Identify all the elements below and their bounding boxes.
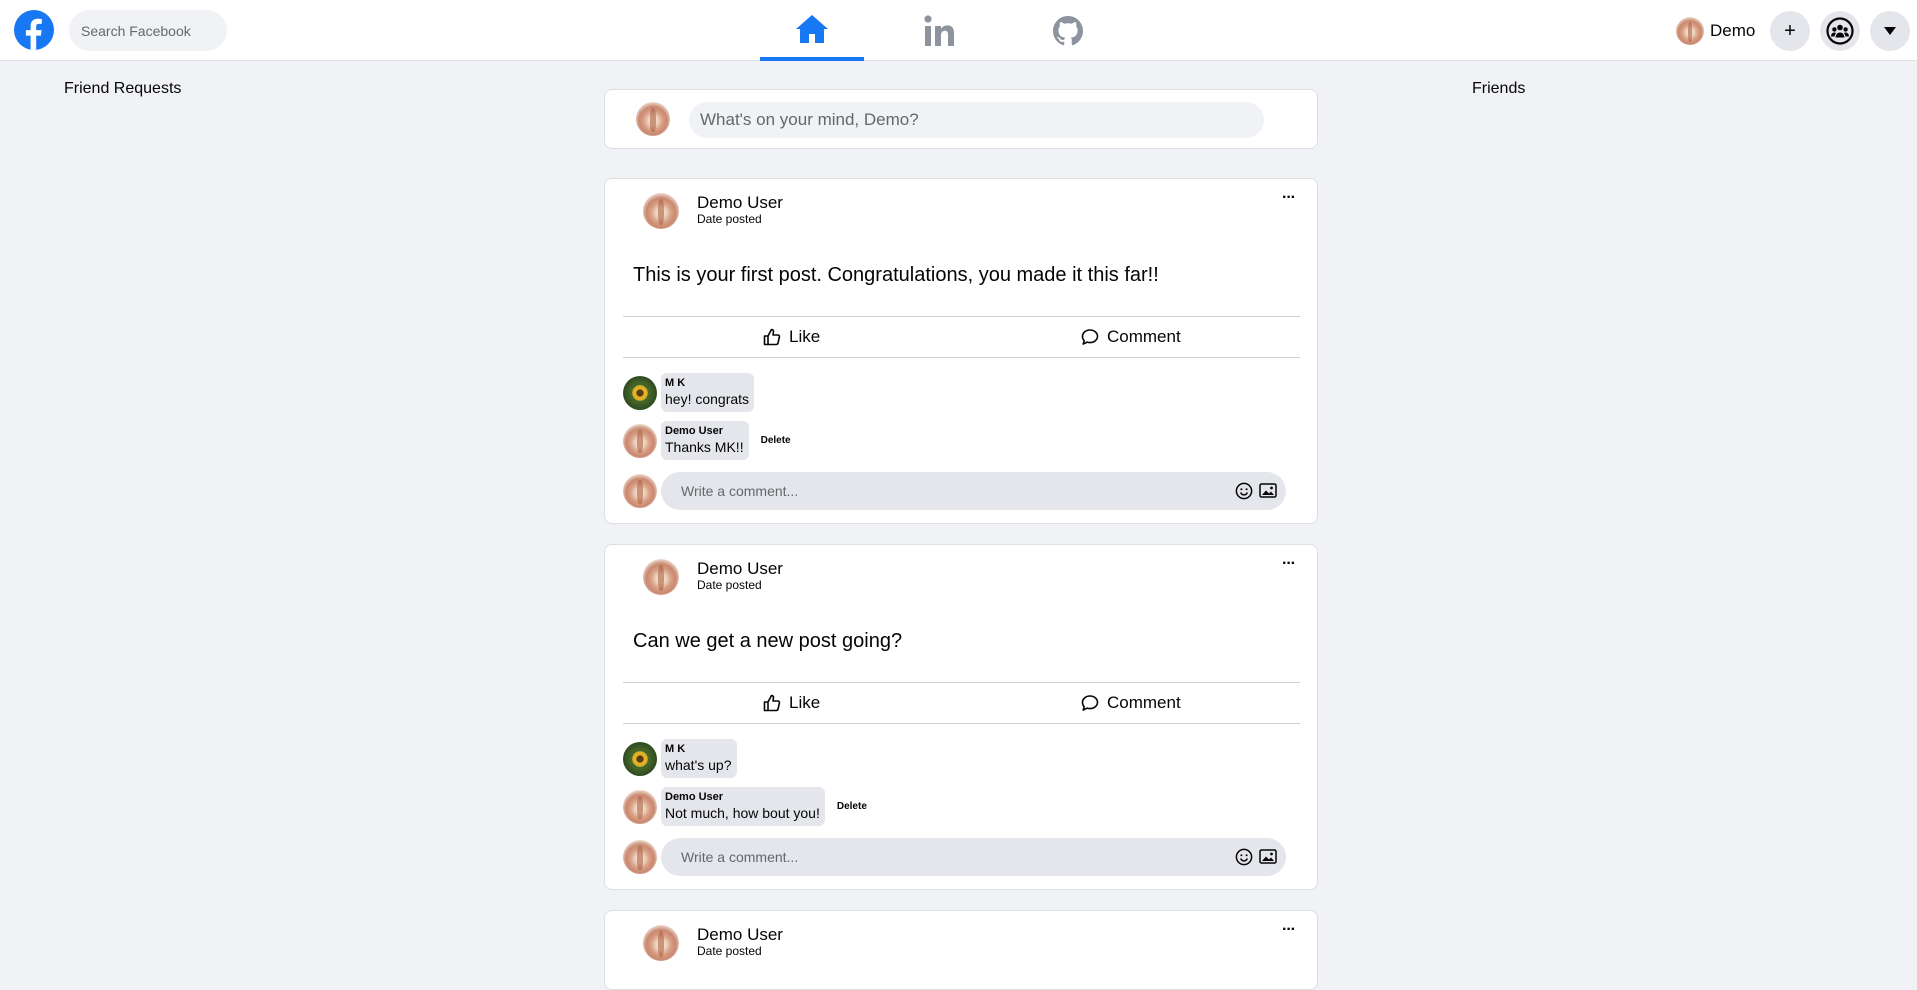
like-button[interactable]: Like — [763, 317, 820, 357]
comment-button[interactable]: Comment — [1081, 317, 1181, 357]
post-actions: Like Comment — [623, 316, 1300, 358]
comment: Demo User Not much, how bout you! Delete — [623, 787, 867, 826]
create-button[interactable]: + — [1770, 11, 1810, 51]
profile-chip[interactable]: Demo — [1676, 14, 1755, 48]
caret-down-icon — [1884, 27, 1896, 35]
post-card: Demo User Date posted ··· This is your f… — [604, 178, 1318, 524]
comment-text: what's up? — [665, 757, 732, 773]
post-date: Date posted — [697, 212, 762, 226]
comment-text: hey! congrats — [665, 391, 750, 407]
comment-author[interactable]: M K — [665, 742, 732, 756]
avatar — [623, 474, 657, 508]
emoji-icon[interactable] — [1235, 848, 1253, 866]
comment-input-wrapper — [661, 838, 1286, 876]
groups-button[interactable] — [1820, 11, 1860, 51]
photo-icon[interactable] — [1259, 483, 1277, 498]
avatar[interactable] — [623, 741, 657, 776]
comment-author[interactable]: M K — [665, 376, 749, 390]
comment-bubble: Demo User Not much, how bout you! — [661, 787, 825, 826]
top-navigation-bar: Demo + — [0, 0, 1917, 61]
delete-comment-button[interactable]: Delete — [761, 435, 791, 446]
friends-title: Friends — [1472, 80, 1526, 97]
groups-icon — [1826, 17, 1854, 45]
post-composer — [604, 89, 1318, 149]
like-label: Like — [789, 327, 821, 346]
tab-linkedin[interactable] — [888, 0, 992, 61]
avatar[interactable] — [623, 789, 657, 824]
emoji-icon[interactable] — [1235, 482, 1253, 500]
comment-bubble-icon — [1081, 329, 1099, 345]
comment-label: Comment — [1107, 693, 1181, 712]
avatar[interactable] — [643, 559, 679, 595]
comment-button[interactable]: Comment — [1081, 683, 1181, 723]
photo-icon[interactable] — [1259, 849, 1277, 864]
avatar[interactable] — [643, 925, 679, 961]
post-author[interactable]: Demo User — [697, 925, 783, 945]
avatar — [1676, 17, 1704, 45]
avatar — [623, 840, 657, 874]
friend-requests-title: Friend Requests — [64, 80, 182, 97]
post-body: Can we get a new post going? — [633, 630, 903, 652]
comment-author[interactable]: Demo User — [665, 424, 744, 438]
post-body: This is your first post. Congratulations… — [633, 264, 1159, 286]
post-date: Date posted — [697, 944, 762, 958]
plus-icon: + — [1784, 19, 1796, 42]
post-options-button[interactable]: ··· — [1282, 921, 1296, 939]
comment-composer — [623, 838, 1286, 876]
post-options-button[interactable]: ··· — [1282, 555, 1296, 573]
comment-label: Comment — [1107, 327, 1181, 346]
post-author[interactable]: Demo User — [697, 193, 783, 213]
comment: M K what's up? — [623, 739, 737, 778]
comment-bubble: Demo User Thanks MK!! — [661, 421, 749, 460]
post-card: Demo User Date posted ··· Can we get a n… — [604, 544, 1318, 890]
search-input[interactable] — [69, 10, 227, 51]
avatar[interactable] — [643, 193, 679, 229]
avatar[interactable] — [623, 423, 657, 458]
like-button[interactable]: Like — [763, 683, 820, 723]
comment-author[interactable]: Demo User — [665, 790, 820, 804]
comment-bubble: M K what's up? — [661, 739, 737, 778]
comment-bubble-icon — [1081, 695, 1099, 711]
delete-comment-button[interactable]: Delete — [837, 801, 867, 812]
tab-github[interactable] — [1016, 0, 1120, 61]
comment-bubble: M K hey! congrats — [661, 373, 755, 412]
post-date: Date posted — [697, 578, 762, 592]
profile-name: Demo — [1710, 21, 1756, 40]
post-author[interactable]: Demo User — [697, 559, 783, 579]
post-card: Demo User Date posted ··· — [604, 910, 1318, 990]
tab-home[interactable] — [760, 0, 864, 61]
status-input[interactable] — [689, 102, 1264, 138]
like-label: Like — [789, 693, 821, 712]
comment-text: Not much, how bout you! — [665, 805, 820, 821]
comment-input[interactable] — [661, 838, 1201, 876]
post-actions: Like Comment — [623, 682, 1300, 724]
facebook-logo-icon[interactable] — [14, 10, 54, 50]
comment: Demo User Thanks MK!! Delete — [623, 421, 791, 460]
avatar — [636, 102, 670, 136]
linkedin-icon — [924, 14, 954, 46]
github-icon — [1053, 15, 1083, 45]
home-icon — [796, 14, 828, 43]
comment-input[interactable] — [661, 472, 1201, 510]
thumbs-up-icon — [763, 328, 781, 346]
account-menu-button[interactable] — [1870, 11, 1910, 51]
comment-input-wrapper — [661, 472, 1286, 510]
post-options-button[interactable]: ··· — [1282, 189, 1296, 207]
comment-composer — [623, 472, 1286, 510]
comment-text: Thanks MK!! — [665, 439, 744, 455]
comment: M K hey! congrats — [623, 373, 755, 412]
thumbs-up-icon — [763, 694, 781, 712]
avatar[interactable] — [623, 375, 657, 410]
